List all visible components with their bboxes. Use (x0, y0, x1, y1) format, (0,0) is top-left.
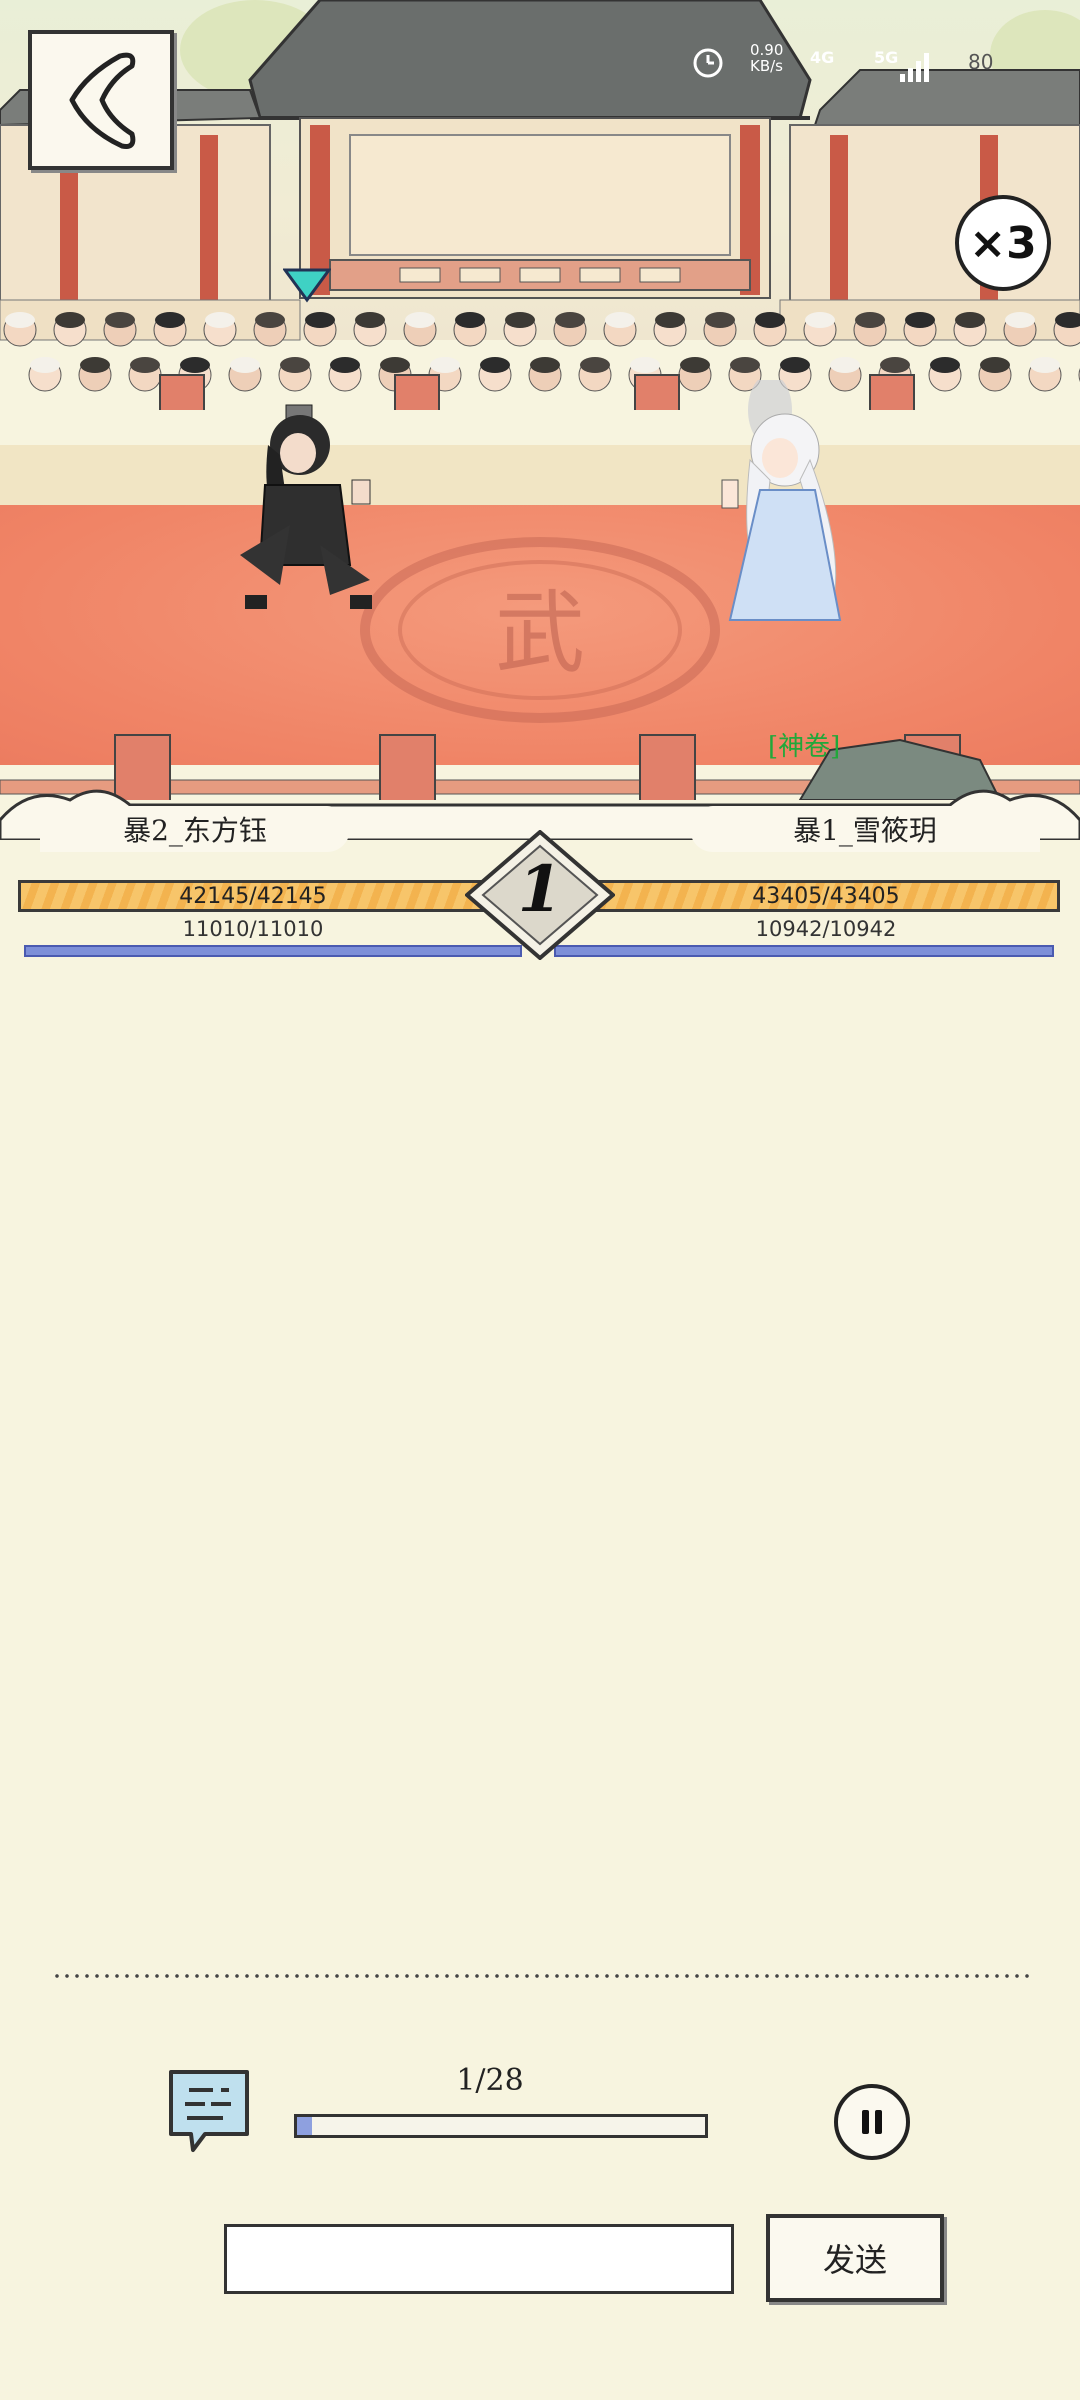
battle-progress-bar (294, 2114, 708, 2138)
spectator (53, 312, 87, 347)
right-hp-bar: 43405/43405 (592, 880, 1060, 912)
right-fighter-sprite (721, 380, 842, 621)
network-speed: 0.90 KB/s (750, 42, 783, 74)
battery-level: 80 (968, 50, 994, 74)
floor-emblem-character: 武 (495, 581, 585, 686)
network-speed-value: 0.90 (750, 41, 784, 59)
round-number: 1 (517, 852, 563, 927)
network-4g-label: 4G (810, 48, 835, 67)
right-mp-bar (554, 945, 1054, 957)
spectator (453, 312, 487, 347)
left-hp-bar: 42145/42145 (18, 880, 488, 912)
chat-bubble-icon (169, 2070, 249, 2152)
spectator (603, 312, 637, 347)
left-mp-bar (24, 945, 522, 957)
spectator (553, 312, 587, 347)
speed-multiplier-button[interactable]: ×3 (955, 195, 1051, 291)
battle-scene: 武 [神卷] 0.90 KB/s 4G 5G 80 ×3 (0, 0, 1080, 800)
arena-upper-railing (159, 374, 915, 410)
spectator (803, 312, 837, 347)
spectator (703, 312, 737, 347)
left-fighter-sprite (240, 404, 372, 609)
message-input[interactable] (224, 2224, 734, 2294)
spectator (303, 312, 337, 347)
enemy-tag: [神卷] (768, 732, 841, 762)
left-mp-value: 11010/11010 (182, 917, 324, 941)
spectator (1053, 312, 1080, 347)
alarm-icon (690, 44, 726, 80)
spectator (353, 312, 387, 347)
spectator (203, 312, 237, 347)
network-5g-label: 5G (874, 48, 899, 67)
right-fighter-name: 暴1_雪筱玥 (690, 806, 1040, 852)
left-fighter-name: 暴2_东方钰 (40, 806, 350, 852)
chat-log-button[interactable] (165, 2066, 253, 2154)
send-button[interactable]: 发送 (766, 2214, 944, 2302)
right-mp-value: 10942/10942 (755, 917, 897, 941)
pause-icon (862, 2110, 882, 2134)
spectator (153, 312, 187, 347)
battle-progress-label: 1/28 (456, 2063, 524, 2098)
spectator (853, 312, 887, 347)
spectator (503, 312, 537, 347)
spectator (653, 312, 687, 347)
back-button[interactable] (28, 30, 174, 170)
battle-progress-fill (297, 2117, 312, 2135)
pause-button[interactable] (834, 2084, 910, 2160)
signal-icon (900, 53, 929, 82)
back-arrow-icon (69, 52, 136, 149)
spectator (1003, 312, 1037, 347)
dotted-divider (52, 1972, 1030, 1980)
active-turn-marker-icon (283, 268, 331, 303)
network-speed-unit: KB/s (750, 57, 783, 75)
spectator-crowd (3, 312, 1080, 392)
spectator (253, 312, 287, 347)
spectator (753, 312, 787, 347)
round-indicator: 1 (463, 829, 617, 961)
arena-back-wall (0, 445, 1080, 505)
spectator (903, 312, 937, 347)
spectator (953, 312, 987, 347)
spectator (403, 312, 437, 347)
spectator (103, 312, 137, 347)
spectator (3, 312, 37, 347)
